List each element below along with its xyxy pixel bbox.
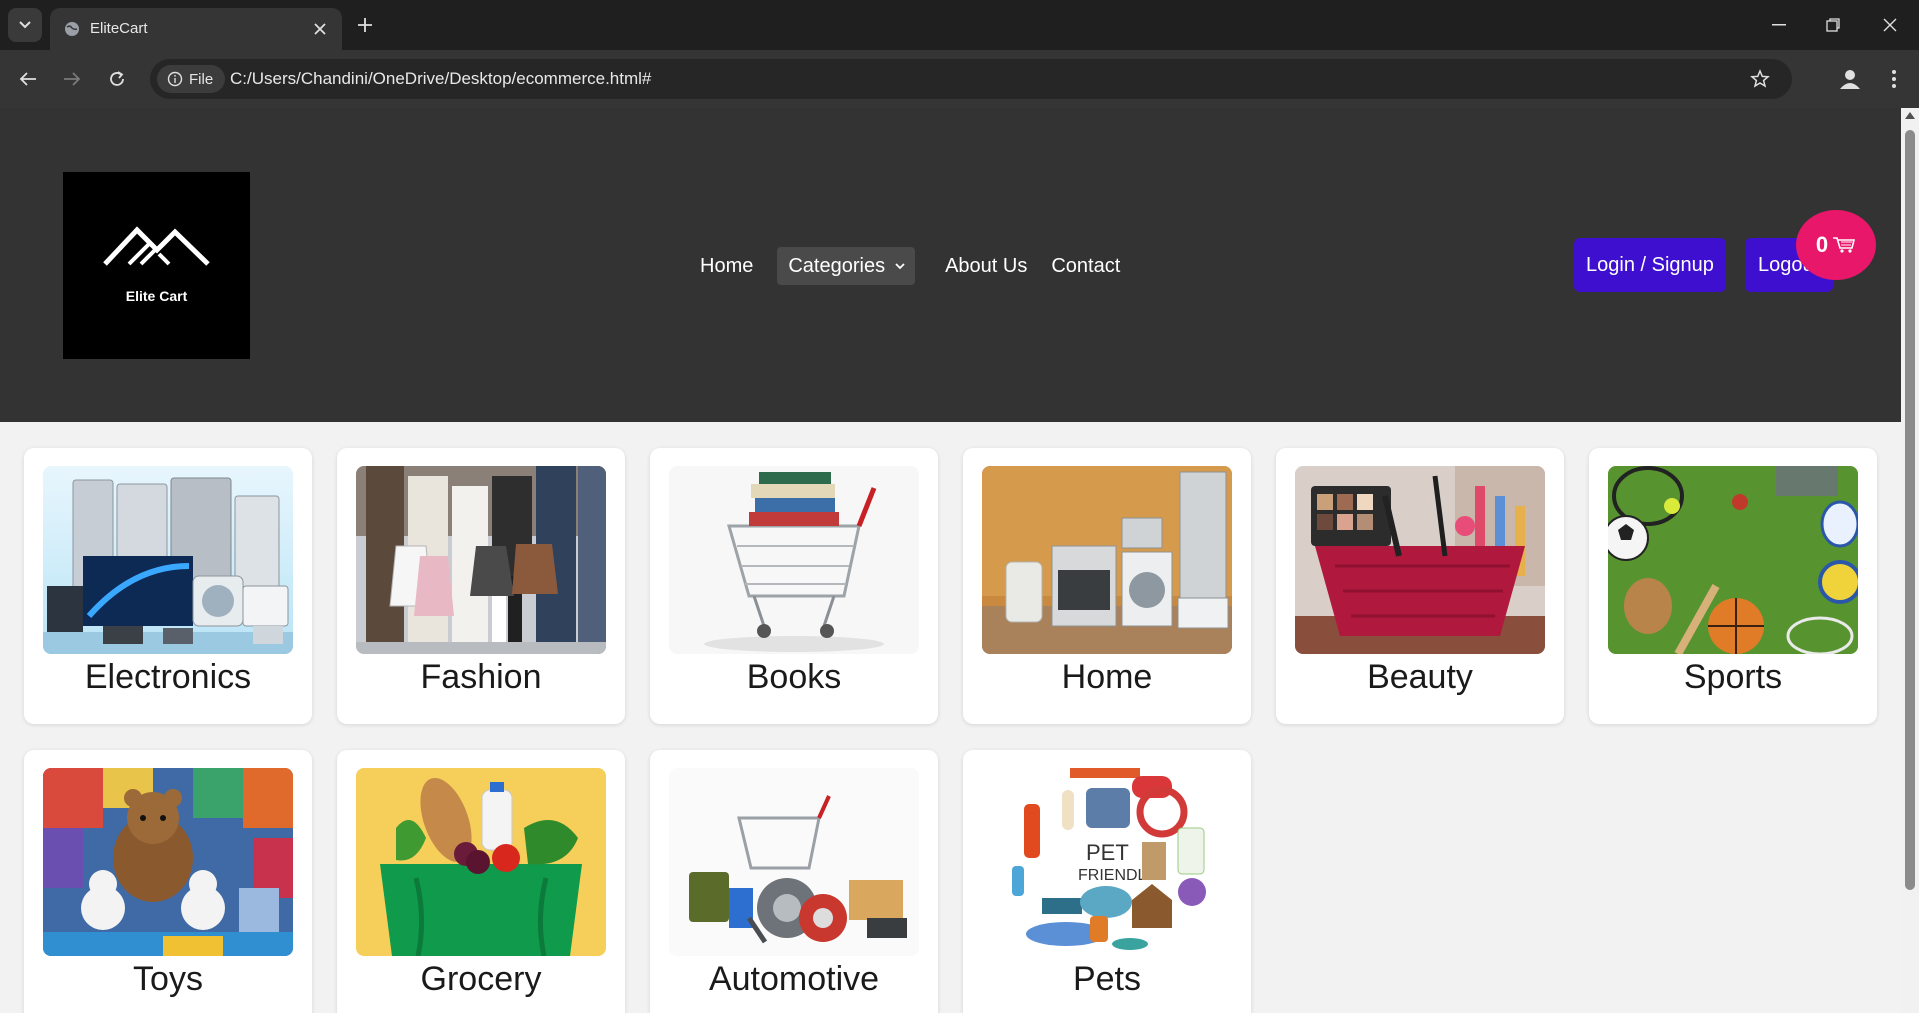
category-label: Electronics <box>84 658 252 696</box>
chevron-down-icon <box>19 21 31 29</box>
beauty-image <box>1295 466 1545 654</box>
cart-button[interactable]: 0 <box>1796 210 1876 280</box>
category-label: Books <box>746 658 842 696</box>
automotive-image <box>669 768 919 956</box>
main-nav: Home Categories About Us Contact <box>700 246 1120 286</box>
forward-button[interactable] <box>56 63 88 95</box>
address-bar[interactable]: File C:/Users/Chandini/OneDrive/Desktop/… <box>150 59 1792 99</box>
arrow-right-icon <box>64 72 81 86</box>
category-card-automotive[interactable]: Automotive <box>650 750 938 1013</box>
page-scrollbar[interactable] <box>1901 108 1919 1013</box>
bookmark-button[interactable] <box>1748 67 1772 91</box>
category-label: Beauty <box>1367 658 1473 696</box>
user-icon <box>1840 70 1860 89</box>
tab-search-button[interactable] <box>8 8 42 42</box>
nav-home-link[interactable]: Home <box>700 255 753 278</box>
categories-label: Categories <box>788 254 886 277</box>
login-signup-button[interactable]: Login / Signup <box>1574 238 1726 292</box>
arrow-left-icon <box>19 72 36 86</box>
site-chip-label: File <box>189 70 214 88</box>
page-viewport: Elite Cart Home Categories About Us Cont… <box>0 108 1919 1013</box>
category-label: Pets <box>1072 960 1142 998</box>
nav-contact-link[interactable]: Contact <box>1051 255 1120 278</box>
url-text[interactable]: C:/Users/Chandini/OneDrive/Desktop/ecomm… <box>230 69 651 89</box>
category-card-electronics[interactable]: Electronics <box>24 448 312 724</box>
minimize-icon <box>1772 24 1786 26</box>
fashion-image <box>356 466 606 654</box>
browser-toolbar: File C:/Users/Chandini/OneDrive/Desktop/… <box>0 50 1919 108</box>
sports-image <box>1608 466 1858 654</box>
cart-count: 0 <box>1815 232 1829 257</box>
reload-icon <box>110 71 124 86</box>
info-icon <box>167 71 183 87</box>
reload-button[interactable] <box>101 63 133 95</box>
site-header: Elite Cart Home Categories About Us Cont… <box>0 108 1901 422</box>
toys-image <box>43 768 293 956</box>
home-appliances-image <box>982 466 1232 654</box>
back-button[interactable] <box>12 63 44 95</box>
category-card-toys[interactable]: Toys <box>24 750 312 1013</box>
globe-icon <box>65 22 79 36</box>
browser-tab-bar: EliteCart <box>0 0 1919 50</box>
category-label: Fashion <box>420 658 542 696</box>
shopping-cart-icon <box>1833 237 1856 253</box>
plus-icon <box>358 18 372 32</box>
categories-dropdown[interactable]: Categories <box>777 247 916 285</box>
site-info-chip[interactable]: File <box>157 65 225 93</box>
category-label: Toys <box>133 960 203 998</box>
category-card-grocery[interactable]: Grocery <box>337 750 625 1013</box>
new-tab-button[interactable] <box>352 12 378 38</box>
browser-tab[interactable]: EliteCart <box>50 8 342 50</box>
svg-text:PET: PET <box>1086 840 1129 865</box>
profile-button[interactable] <box>1834 63 1866 95</box>
minimize-button[interactable] <box>1764 10 1794 40</box>
books-image <box>669 466 919 654</box>
close-window-button[interactable] <box>1875 10 1905 40</box>
tab-close-button[interactable] <box>310 19 330 39</box>
category-label: Grocery <box>420 960 542 998</box>
restore-icon <box>1826 18 1840 32</box>
scroll-up-arrow-icon[interactable] <box>1905 112 1915 119</box>
category-label: Automotive <box>708 960 880 998</box>
category-card-books[interactable]: Books <box>650 448 938 724</box>
browser-menu-button[interactable] <box>1878 63 1910 95</box>
close-icon <box>314 23 326 35</box>
tab-title: EliteCart <box>90 20 148 37</box>
grocery-image <box>356 768 606 956</box>
nav-about-link[interactable]: About Us <box>945 255 1027 278</box>
logo-text: Elite Cart <box>125 288 188 304</box>
restore-button[interactable] <box>1818 10 1848 40</box>
category-card-home[interactable]: Home <box>963 448 1251 724</box>
category-card-beauty[interactable]: Beauty <box>1276 448 1564 724</box>
electronics-image <box>43 466 293 654</box>
close-icon <box>1883 18 1897 32</box>
category-label: Sports <box>1683 658 1783 696</box>
scrollbar-thumb[interactable] <box>1905 130 1915 890</box>
chevron-down-icon <box>895 262 905 270</box>
category-card-sports[interactable]: Sports <box>1589 448 1877 724</box>
star-icon <box>1750 69 1770 88</box>
more-vertical-icon <box>1892 70 1896 88</box>
mountain-logo-icon <box>103 226 210 266</box>
category-label: Home <box>1061 658 1153 696</box>
category-card-fashion[interactable]: Fashion <box>337 448 625 724</box>
site-logo[interactable]: Elite Cart <box>63 172 250 359</box>
pets-image: PET FRIENDLY <box>982 768 1232 956</box>
category-card-pets[interactable]: PET FRIENDLY Pets <box>963 750 1251 1013</box>
